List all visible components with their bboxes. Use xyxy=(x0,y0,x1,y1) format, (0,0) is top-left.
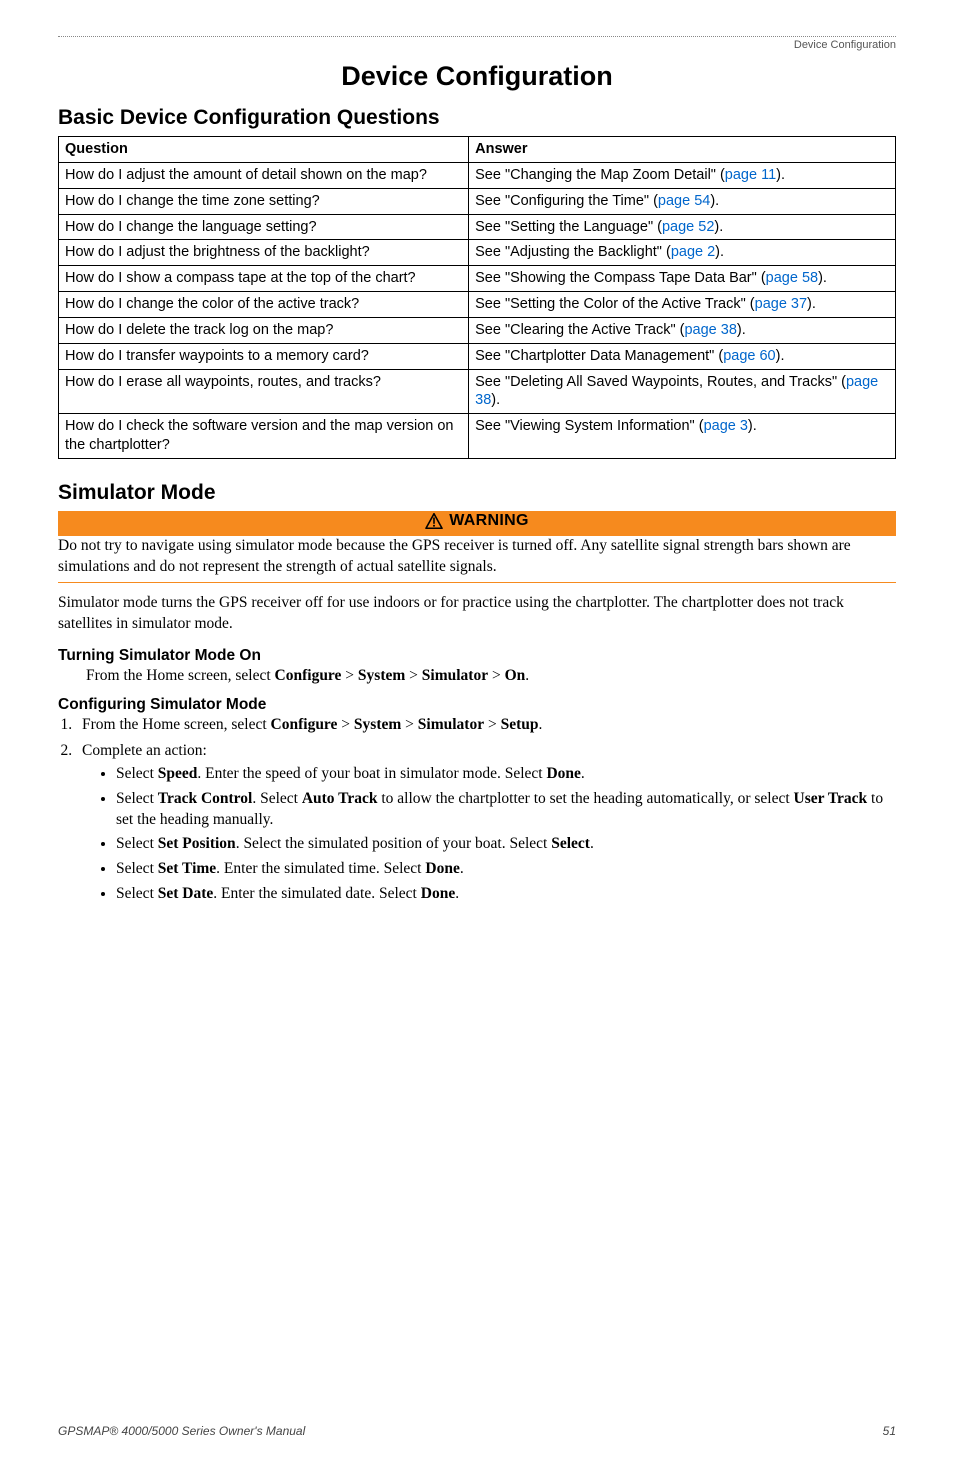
simulator-mode-heading: Simulator Mode xyxy=(58,481,896,505)
table-row: How do I erase all waypoints, routes, an… xyxy=(59,369,896,414)
page-footer: GPSMAP® 4000/5000 Series Owner's Manual … xyxy=(58,1424,896,1438)
question-cell: How do I adjust the amount of detail sho… xyxy=(59,162,469,188)
breadcrumb: Device Configuration xyxy=(58,39,896,51)
answer-cell: See "Chartplotter Data Management" (page… xyxy=(469,343,896,369)
bullet-speed: Select Speed. Enter the speed of your bo… xyxy=(116,764,896,785)
footer-manual-title: GPSMAP® 4000/5000 Series Owner's Manual xyxy=(58,1424,305,1438)
table-row: How do I adjust the brightness of the ba… xyxy=(59,240,896,266)
turning-sim-on-instruction: From the Home screen, select Configure >… xyxy=(86,665,896,687)
bullet-track-control: Select Track Control. Select Auto Track … xyxy=(116,789,896,831)
bullet-set-date: Select Set Date. Enter the simulated dat… xyxy=(116,884,896,905)
table-row: How do I change the language setting? Se… xyxy=(59,214,896,240)
answer-cell: See "Setting the Language" (page 52). xyxy=(469,214,896,240)
bullet-set-position: Select Set Position. Select the simulate… xyxy=(116,834,896,855)
question-cell: How do I show a compass tape at the top … xyxy=(59,266,469,292)
answer-cell: See "Showing the Compass Tape Data Bar" … xyxy=(469,266,896,292)
table-row: How do I change the time zone setting? S… xyxy=(59,188,896,214)
answer-cell: See "Configuring the Time" (page 54). xyxy=(469,188,896,214)
footer-page-number: 51 xyxy=(883,1424,896,1438)
table-row: How do I transfer waypoints to a memory … xyxy=(59,343,896,369)
answer-cell: See "Deleting All Saved Waypoints, Route… xyxy=(469,369,896,414)
question-cell: How do I delete the track log on the map… xyxy=(59,317,469,343)
answer-cell: See "Viewing System Information" (page 3… xyxy=(469,414,896,459)
question-cell: How do I check the software version and … xyxy=(59,414,469,459)
question-cell: How do I erase all waypoints, routes, an… xyxy=(59,369,469,414)
config-questions-table: Question Answer How do I adjust the amou… xyxy=(58,136,896,459)
warning-label: WARNING xyxy=(449,512,528,530)
col-question: Question xyxy=(59,137,469,163)
warning-text: Do not try to navigate using simulator m… xyxy=(58,536,896,583)
basic-config-heading: Basic Device Configuration Questions xyxy=(58,106,896,130)
step-2: Complete an action: Select Speed. Enter … xyxy=(76,740,896,905)
page-ref-link[interactable]: page 38 xyxy=(684,322,736,338)
answer-cell: See "Clearing the Active Track" (page 38… xyxy=(469,317,896,343)
question-cell: How do I adjust the brightness of the ba… xyxy=(59,240,469,266)
table-row: How do I show a compass tape at the top … xyxy=(59,266,896,292)
page-ref-link[interactable]: page 3 xyxy=(704,418,748,434)
page-ref-link[interactable]: page 54 xyxy=(658,193,710,209)
action-bullets: Select Speed. Enter the speed of your bo… xyxy=(116,764,896,906)
question-cell: How do I transfer waypoints to a memory … xyxy=(59,343,469,369)
table-row: How do I delete the track log on the map… xyxy=(59,317,896,343)
answer-cell: See "Adjusting the Backlight" (page 2). xyxy=(469,240,896,266)
configure-steps-list: From the Home screen, select Configure >… xyxy=(76,714,896,905)
warning-icon xyxy=(425,513,443,529)
page-ref-link[interactable]: page 37 xyxy=(755,296,807,312)
page-ref-link[interactable]: page 52 xyxy=(662,219,714,235)
page-ref-link[interactable]: page 60 xyxy=(723,348,775,364)
page-title: Device Configuration xyxy=(58,61,896,92)
turning-sim-on-heading: Turning Simulator Mode On xyxy=(58,647,896,665)
col-answer: Answer xyxy=(469,137,896,163)
table-row: How do I change the color of the active … xyxy=(59,292,896,318)
answer-cell: See "Changing the Map Zoom Detail" (page… xyxy=(469,162,896,188)
top-dotted-rule xyxy=(58,36,896,37)
warning-banner: WARNING xyxy=(58,511,896,536)
table-header-row: Question Answer xyxy=(59,137,896,163)
page-ref-link[interactable]: page 58 xyxy=(766,270,818,286)
simulator-description: Simulator mode turns the GPS receiver of… xyxy=(58,593,896,635)
table-row: How do I adjust the amount of detail sho… xyxy=(59,162,896,188)
page-ref-link[interactable]: page 2 xyxy=(671,244,715,260)
page-ref-link[interactable]: page 11 xyxy=(725,167,776,183)
configuring-sim-heading: Configuring Simulator Mode xyxy=(58,696,896,714)
question-cell: How do I change the language setting? xyxy=(59,214,469,240)
bullet-set-time: Select Set Time. Enter the simulated tim… xyxy=(116,859,896,880)
table-row: How do I check the software version and … xyxy=(59,414,896,459)
step-1: From the Home screen, select Configure >… xyxy=(76,714,896,736)
answer-cell: See "Setting the Color of the Active Tra… xyxy=(469,292,896,318)
question-cell: How do I change the color of the active … xyxy=(59,292,469,318)
question-cell: How do I change the time zone setting? xyxy=(59,188,469,214)
